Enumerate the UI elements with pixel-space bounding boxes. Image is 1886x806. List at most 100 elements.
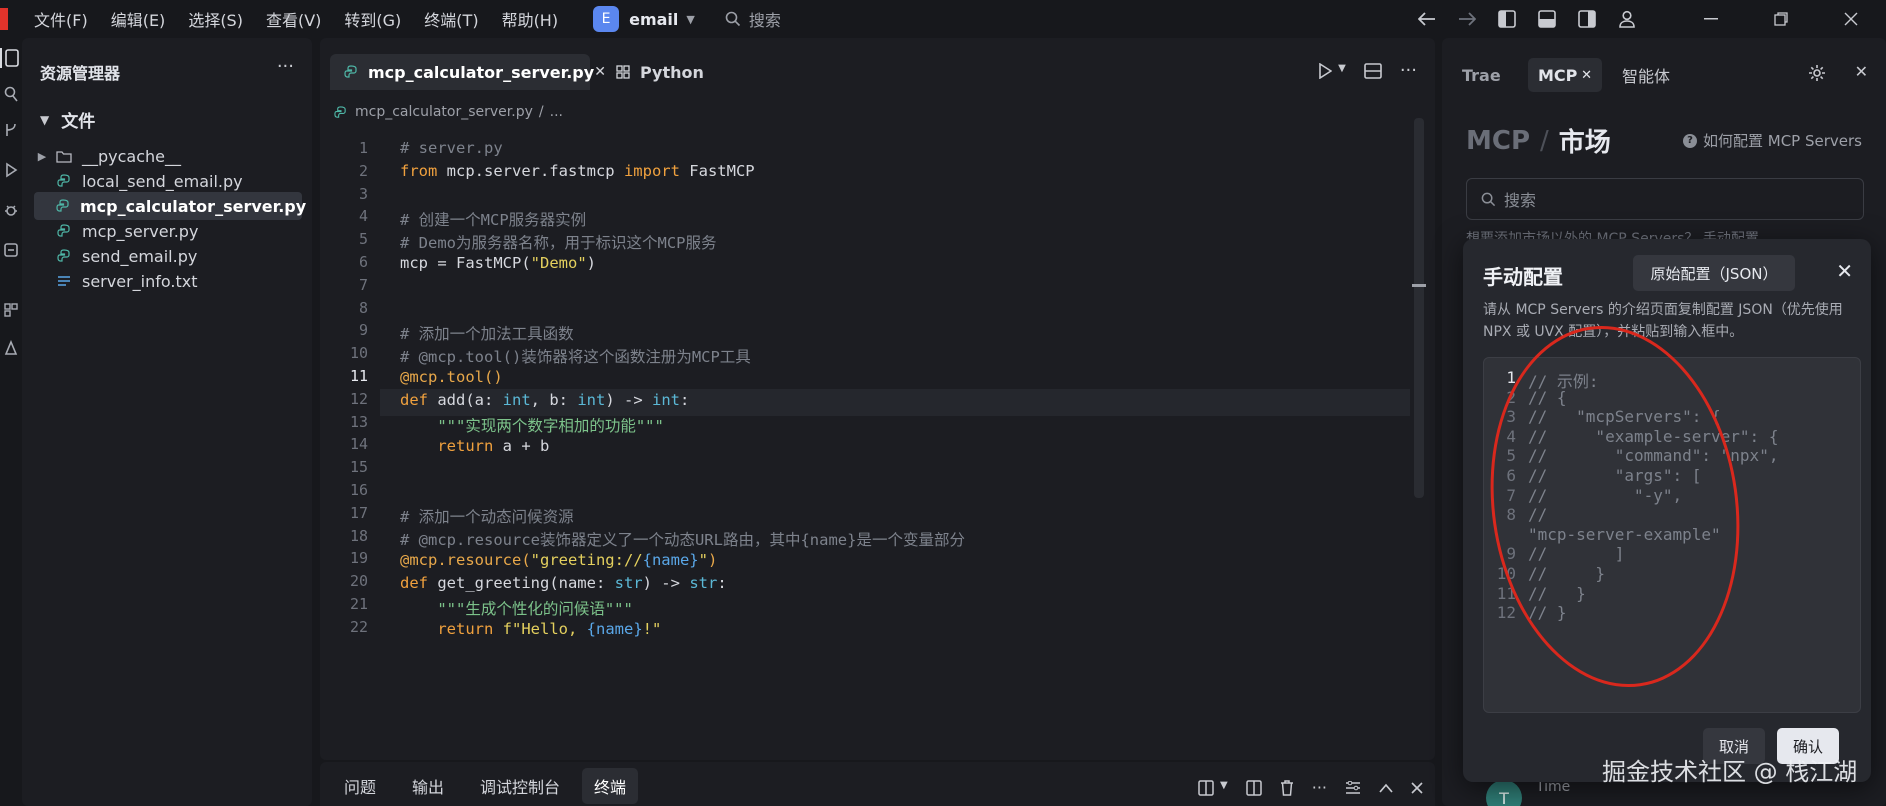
line-number: 1 xyxy=(1506,368,1516,387)
mcp-search-input[interactable]: 搜索 xyxy=(1466,178,1864,220)
breadcrumb: mcp_calculator_server.py / ... xyxy=(334,104,563,120)
restore-icon[interactable] xyxy=(1746,12,1816,26)
close-tab-icon[interactable]: ✕ xyxy=(1581,68,1592,83)
menu-help[interactable]: 帮助(H) xyxy=(502,7,559,31)
tab-mcp-calculator-server[interactable]: mcp_calculator_server.py ✕ xyxy=(330,54,606,90)
line-number: 11 xyxy=(1496,583,1516,603)
split-editor-icon[interactable] xyxy=(1364,62,1382,79)
line-number: 8 xyxy=(1506,505,1516,525)
tab-problems[interactable]: 问题 xyxy=(332,768,388,804)
code-line: return a + b xyxy=(437,437,550,455)
code-line: from mcp.server.fastmcp import FastMCP xyxy=(400,162,755,180)
tab-output[interactable]: 输出 xyxy=(400,768,456,804)
adjust-icon[interactable] xyxy=(1345,780,1361,795)
menu-terminal[interactable]: 终端(T) xyxy=(424,7,478,31)
bottom-panel: 问题 输出 调试控制台 终端 ▼ ··· xyxy=(320,762,1435,806)
heading-mcp[interactable]: MCP xyxy=(1466,126,1530,156)
gear-icon[interactable] xyxy=(1808,64,1826,82)
maximize-panel-icon[interactable] xyxy=(1379,783,1393,793)
menu-edit[interactable]: 编辑(E) xyxy=(111,7,166,31)
file-item-mcp-server[interactable]: mcp_server.py xyxy=(34,217,302,245)
file-item-mcp-calculator-server[interactable]: mcp_calculator_server.py xyxy=(34,192,306,220)
explorer-icon[interactable] xyxy=(0,48,22,68)
line-number: 21 xyxy=(349,595,368,613)
code-editor[interactable]: 1 2 3 4 5 6 7 8 9 10 11 12 13 14 15 16 17 18 19 20 21 22 # se… xyxy=(320,133,1435,760)
breadcrumb-file[interactable]: mcp_calculator_server.py xyxy=(355,104,533,120)
files-section-header[interactable]: ▼ 文件 xyxy=(40,107,95,132)
file-item-server-info[interactable]: server_info.txt xyxy=(34,267,302,295)
tab-trae[interactable]: Trae xyxy=(1462,58,1501,92)
menu-go[interactable]: 转到(G) xyxy=(344,7,401,31)
menu-selection[interactable]: 选择(S) xyxy=(188,7,243,31)
file-item-send-email[interactable]: send_email.py xyxy=(34,242,302,270)
breadcrumb-more[interactable]: ... xyxy=(550,104,563,120)
tab-terminal[interactable]: 终端 xyxy=(582,768,639,804)
trash-icon[interactable] xyxy=(1280,779,1294,796)
deploy-icon[interactable] xyxy=(0,340,22,356)
line-number: 10 xyxy=(349,344,368,363)
line-number: 4 xyxy=(358,207,368,226)
grid-icon xyxy=(616,65,630,79)
chevron-down-icon[interactable]: ▼ xyxy=(1220,780,1228,796)
minimize-icon[interactable] xyxy=(1676,18,1746,20)
source-control-icon[interactable] xyxy=(0,122,22,138)
raw-config-tab[interactable]: 原始配置（JSON） xyxy=(1633,255,1795,291)
code-line: def get_greeting(name: str) -> str: xyxy=(400,574,727,592)
account-icon[interactable] xyxy=(1618,10,1636,28)
tab-label: MCP xyxy=(1538,65,1578,85)
line-number: 2 xyxy=(1506,387,1516,407)
search-icon[interactable] xyxy=(0,86,22,102)
json-line: // "args": [ xyxy=(1528,466,1702,485)
close-window-icon[interactable] xyxy=(1816,12,1886,26)
code-line: def add(a: int, b: int) -> int: xyxy=(400,391,690,409)
page-title: MCP / 市场 xyxy=(1466,122,1611,159)
file-item-pycache[interactable]: ▶ __pycache__ xyxy=(34,142,302,170)
file-name: local_send_email.py xyxy=(82,171,243,191)
debug-bug-icon[interactable] xyxy=(0,202,22,218)
more-icon[interactable]: ··· xyxy=(277,56,294,77)
code-line: """实现两个数字相加的功能""" xyxy=(437,417,664,435)
close-panel-icon[interactable] xyxy=(1411,781,1423,794)
help-link[interactable]: ? 如何配置 MCP Servers xyxy=(1682,130,1862,151)
json-config-input[interactable]: 1 2 3 4 5 6 7 8 9 10 11 12 // 示例:// {// "mcpServers… xyxy=(1483,357,1861,713)
files-section-label: 文件 xyxy=(61,112,96,132)
back-arrow-icon[interactable] xyxy=(1418,12,1436,26)
menu-view[interactable]: 查看(V) xyxy=(266,7,321,31)
more-icon[interactable]: ··· xyxy=(1400,60,1417,81)
remote-icon[interactable] xyxy=(0,242,22,258)
run-icon[interactable]: ▼ xyxy=(1318,62,1346,79)
tab-mcp[interactable]: MCP ✕ xyxy=(1528,58,1602,92)
vertical-scrollbar[interactable] xyxy=(1414,118,1424,498)
more-icon[interactable]: ··· xyxy=(1312,778,1327,797)
tab-python[interactable]: Python xyxy=(602,54,718,90)
toggle-left-panel-icon[interactable] xyxy=(1498,10,1516,28)
close-icon[interactable]: ✕ xyxy=(1836,259,1853,283)
heading-market: 市场 xyxy=(1558,128,1611,158)
chevron-down-icon[interactable]: ▼ xyxy=(1338,63,1346,79)
line-number: 22 xyxy=(349,617,368,636)
split-terminal-icon[interactable] xyxy=(1245,779,1262,796)
editor-actions: ▼ ··· xyxy=(1300,60,1417,81)
command-search[interactable]: 搜索 xyxy=(725,7,781,31)
tab-debug-console[interactable]: 调试控制台 xyxy=(468,768,572,804)
file-item-local-send-email[interactable]: local_send_email.py xyxy=(34,167,302,195)
forward-arrow-icon[interactable] xyxy=(1458,12,1476,26)
toggle-right-panel-icon[interactable] xyxy=(1578,10,1596,28)
menu-file[interactable]: 文件(F) xyxy=(34,7,88,31)
extensions-icon[interactable] xyxy=(0,302,22,318)
code-line: mcp = FastMCP("Demo") xyxy=(400,254,596,272)
json-line: // { xyxy=(1528,387,1567,407)
python-file-icon xyxy=(56,199,70,213)
line-number: 4 xyxy=(1506,426,1516,446)
file-name: send_email.py xyxy=(82,246,198,266)
explorer-panel: 资源管理器 ··· ▼ 文件 ▶ __pycache__ local_send_… xyxy=(22,38,312,806)
close-panel-icon[interactable]: ✕ xyxy=(1855,62,1868,81)
line-number: 6 xyxy=(358,253,368,271)
workspace-switcher[interactable]: E email ▼ xyxy=(593,6,695,32)
run-debug-icon[interactable] xyxy=(0,162,22,178)
list-item[interactable]: T Time xyxy=(1486,779,1570,806)
new-terminal-icon[interactable]: ▼ xyxy=(1198,780,1228,796)
tab-agent[interactable]: 智能体 xyxy=(1622,58,1670,92)
toggle-bottom-panel-icon[interactable] xyxy=(1538,10,1556,28)
line-number: 14 xyxy=(349,435,368,454)
